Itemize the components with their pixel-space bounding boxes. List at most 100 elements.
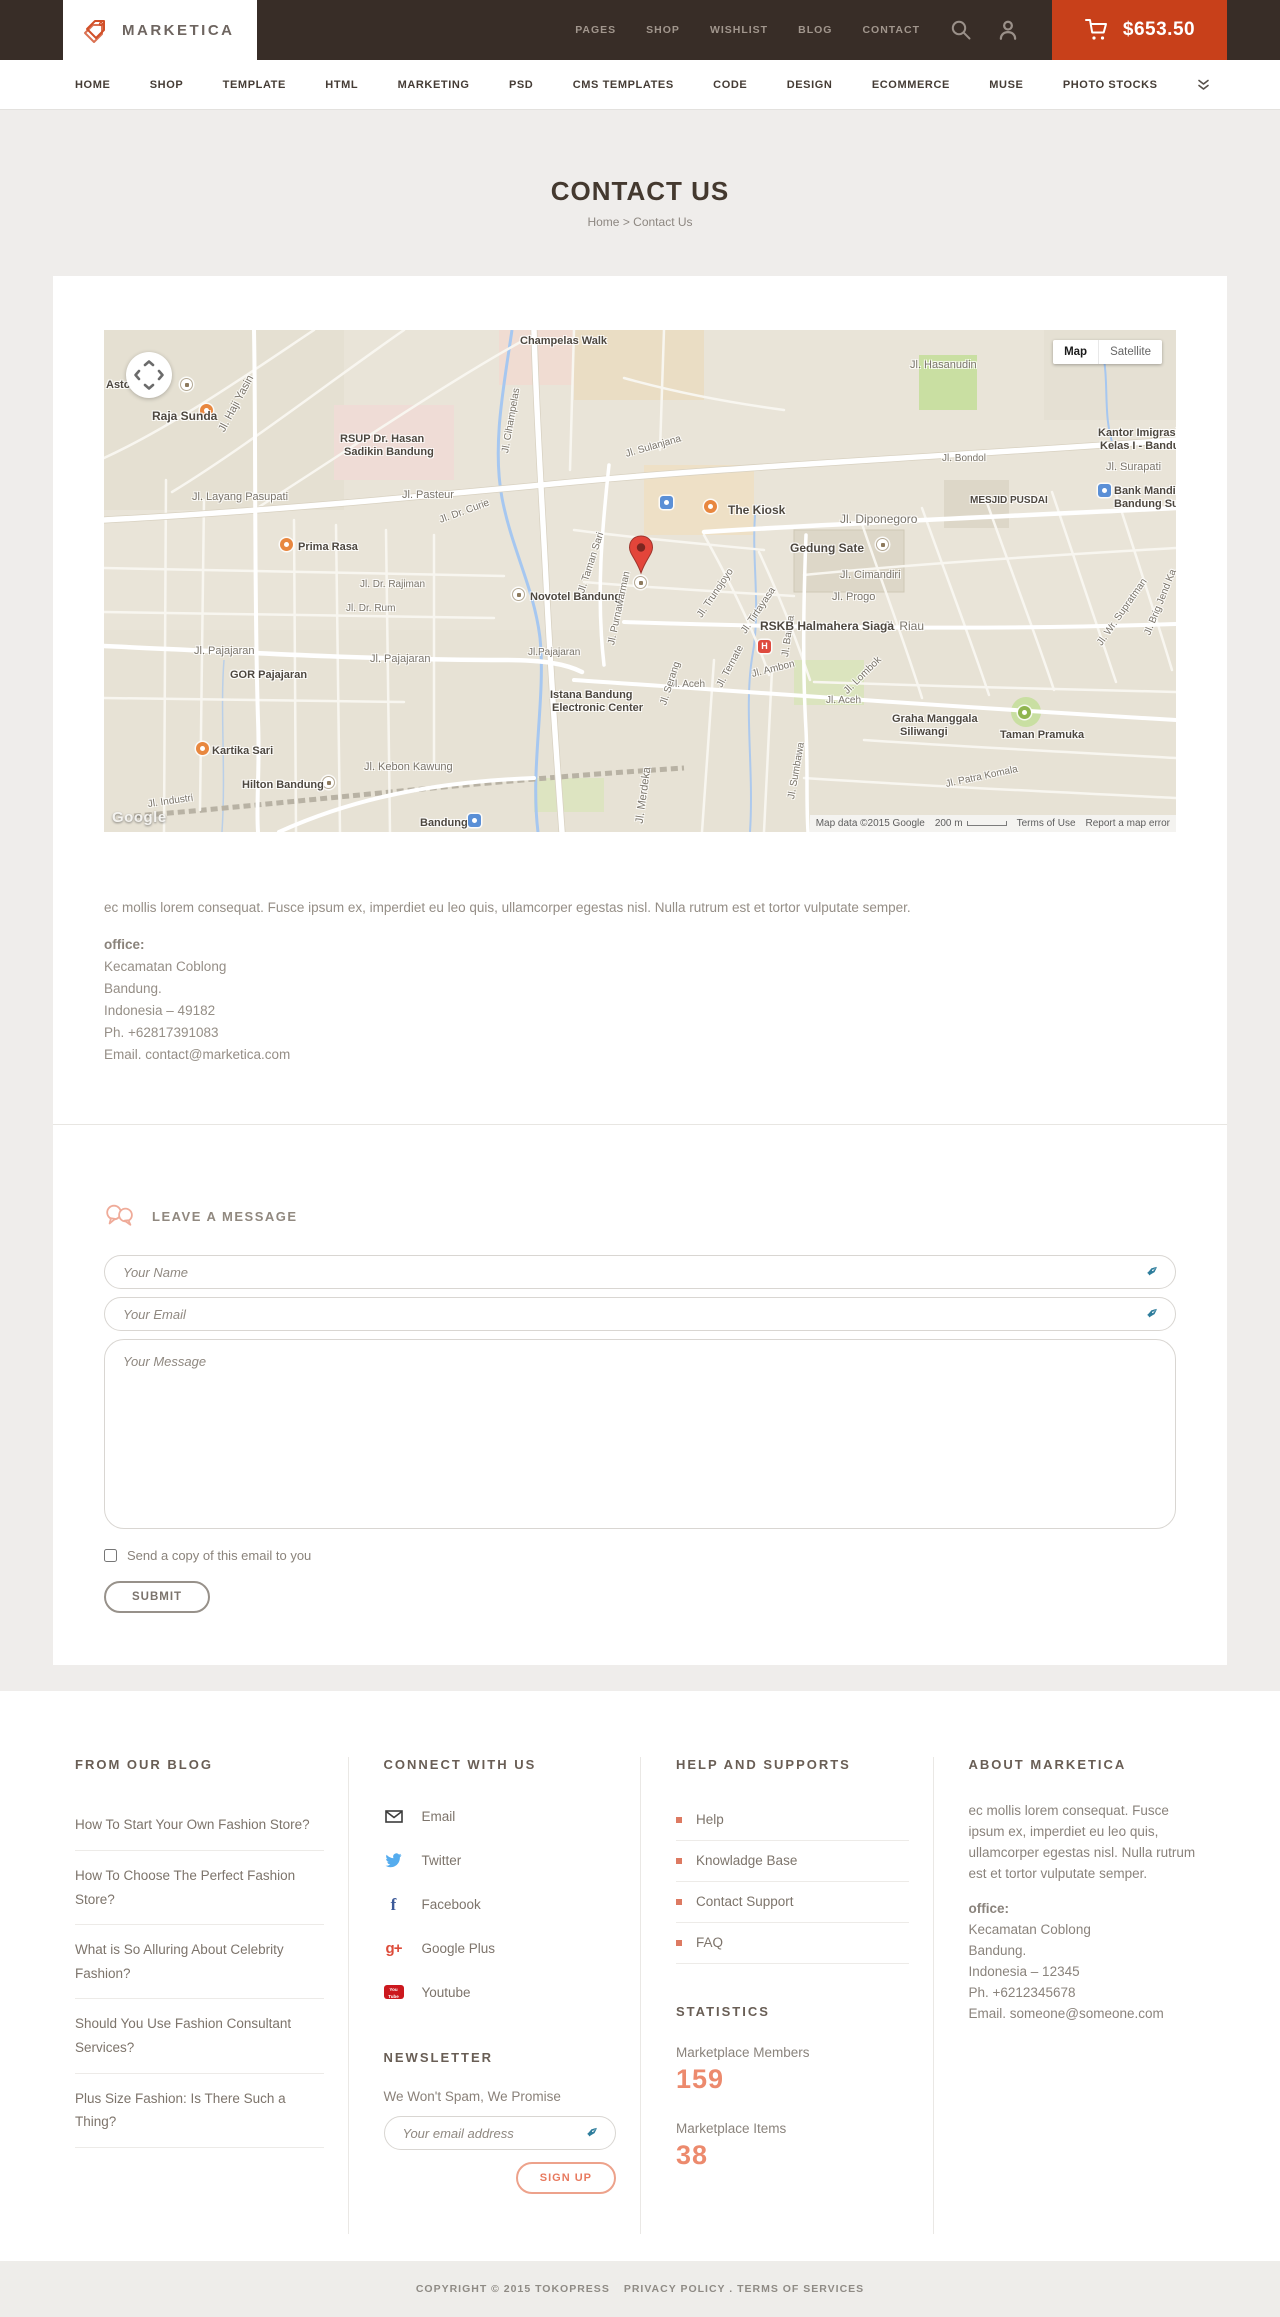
map-label: Sadikin Bandung [344, 446, 434, 458]
social-row-facebook[interactable]: f Facebook [384, 1882, 617, 1926]
social-row-email[interactable]: Email [384, 1794, 617, 1838]
blog-link[interactable]: Plus Size Fashion: Is There Such a Thing… [75, 2091, 286, 2130]
google-logo[interactable]: Google [112, 809, 167, 826]
map-type-map-button[interactable]: Map [1053, 340, 1099, 364]
message-textarea[interactable] [104, 1339, 1176, 1530]
category-nav-item[interactable]: PSD [509, 79, 533, 91]
map-label: Jl. Dr. Rajiman [360, 579, 426, 590]
blog-link[interactable]: What is So Alluring About Celebrity Fash… [75, 1942, 284, 1981]
items-value: 38 [676, 2140, 709, 2171]
about-office-block: office: Kecamatan Coblong Bandung. Indon… [969, 1898, 1202, 2024]
page-title: CONTACT US [550, 176, 730, 206]
category-nav-item[interactable]: SHOP [150, 79, 184, 91]
header-icons [950, 19, 1018, 41]
nav-expand-chevron-icon[interactable] [1197, 79, 1210, 91]
office-line: Email. someone@someone.com [968, 2006, 1164, 2022]
message-form-section: LEAVE A MESSAGE ✒ ✒ Send a copy of this … [53, 1124, 1227, 1665]
map-type-toggle: Map Satellite [1053, 340, 1162, 364]
signup-button[interactable]: SIGN UP [515, 2162, 616, 2195]
map-label: Graha Manggala [892, 713, 978, 725]
name-field-wrap: ✒ [104, 1255, 1176, 1290]
blog-link[interactable]: How To Start Your Own Fashion Store? [75, 1817, 310, 1832]
map-label: GOR Pajajaran [230, 669, 308, 681]
user-icon[interactable] [998, 19, 1018, 41]
category-nav-item[interactable]: ECOMMERCE [872, 79, 950, 91]
map-label: Kelas I - Bandung [1100, 440, 1176, 452]
social-row-youtube[interactable]: You Tube Youtube [383, 1970, 617, 2014]
map-marker-pin[interactable] [627, 535, 655, 575]
category-nav-item[interactable]: PHOTO STOCKS [1063, 79, 1158, 91]
footer-col-connect: CONNECT WITH US Email Twitter f Facebook… [347, 1757, 641, 2235]
social-row-twitter[interactable]: Twitter [384, 1838, 617, 1882]
office-line: Ph. +6212345678 [968, 1985, 1076, 2001]
page: MARKETICA PAGES SHOP WISHLIST BLOG CONTACT $… [0, 0, 1280, 2317]
statistics-heading: STATISTICS [676, 2004, 770, 2020]
breadcrumb-separator: > [622, 215, 630, 229]
social-label: Youtube [421, 1984, 471, 2000]
category-nav-item[interactable]: MARKETING [398, 79, 470, 91]
map-label: RSKB Halmahera Siaga [760, 619, 895, 633]
report-error-link[interactable]: Report a map error [1086, 818, 1170, 829]
about-heading: ABOUT MARKETICA [968, 1757, 1127, 1773]
office-line: Indonesia – 49182 [104, 1003, 216, 1019]
map-label: Jl. Surapati [1106, 461, 1162, 473]
cart-button[interactable]: $653.50 [1052, 0, 1227, 60]
terms-link[interactable]: Terms of Use [1017, 818, 1076, 829]
help-link[interactable]: FAQ [696, 1935, 723, 1950]
blog-link[interactable]: Should You Use Fashion Consultant Servic… [75, 2016, 291, 2055]
breadcrumb-home[interactable]: Home [587, 215, 619, 229]
map-type-satellite-button[interactable]: Satellite [1098, 340, 1162, 364]
blog-list-item: How To Start Your Own Fashion Store? [75, 1800, 324, 1851]
submit-button[interactable]: SUBMIT [104, 1581, 211, 1614]
category-nav-item[interactable]: CMS TEMPLATES [573, 79, 674, 91]
office-line: Kecamatan Coblong [968, 1922, 1091, 1938]
search-icon[interactable] [950, 19, 972, 41]
map-label: Gedung Sate [790, 541, 865, 555]
map-label: Jl. Aceh [826, 695, 862, 706]
social-row-gplus[interactable]: g+ Google Plus [384, 1926, 617, 1970]
map-label: Jl. Patra Komala [944, 763, 1019, 790]
send-copy-checkbox[interactable] [104, 1549, 117, 1563]
help-link[interactable]: Help [696, 1812, 724, 1827]
newsletter-email-input[interactable] [383, 2116, 616, 2151]
top-nav-item[interactable]: PAGES [575, 24, 616, 36]
google-map[interactable]: Champelas Walk Jl. Hasanudin Jl. Haji Yasi… [104, 330, 1176, 832]
members-value: 159 [676, 2064, 725, 2095]
map-label: Jl. Purnawarman [606, 570, 633, 647]
footer-col-help: HELP AND SUPPORTS Help Knowladge Base Cont… [640, 1757, 933, 2235]
email-input[interactable] [104, 1297, 1176, 1332]
map-label: Jl. Taman Sari [576, 531, 607, 595]
help-link[interactable]: Contact Support [696, 1894, 794, 1909]
name-input[interactable] [104, 1255, 1176, 1290]
category-nav-item[interactable]: DESIGN [787, 79, 833, 91]
pan-arrows-icon [134, 360, 164, 390]
category-nav-item[interactable]: HOME [75, 79, 110, 91]
top-nav-item[interactable]: SHOP [646, 24, 680, 36]
map-labels-layer: Champelas Walk Jl. Hasanudin Jl. Haji Yasi… [104, 330, 1176, 832]
help-list-item: Knowladge Base [676, 1841, 909, 1883]
map-pan-control[interactable] [126, 352, 172, 398]
help-link[interactable]: Knowladge Base [696, 1853, 797, 1868]
top-nav-item[interactable]: WISHLIST [710, 24, 768, 36]
category-nav-item[interactable]: TEMPLATE [223, 79, 286, 91]
connect-heading: CONNECT WITH US [383, 1757, 537, 1773]
top-nav-item[interactable]: BLOG [798, 24, 832, 36]
google-plus-icon: g+ [385, 1939, 403, 1957]
top-nav-item[interactable]: CONTACT [862, 24, 920, 36]
map-label: Bandung Surapati [1114, 498, 1176, 510]
map-label: Siliwangi [900, 726, 948, 738]
map-label: Jl. Ternate [714, 643, 746, 690]
category-nav-item[interactable]: CODE [713, 79, 747, 91]
logo[interactable]: MARKETICA [63, 0, 257, 60]
legal-links[interactable]: PRIVACY POLICY . TERMS OF SERVICES [624, 2283, 864, 2295]
map-label: Jl.Pajajaran [528, 647, 581, 658]
category-nav-item[interactable]: HTML [325, 79, 358, 91]
facebook-icon: f [390, 1894, 397, 1914]
breadcrumb: Home > Contact Us [0, 215, 1280, 229]
social-label: Facebook [421, 1896, 481, 1912]
newsletter-tagline: We Won't Spam, We Promise [383, 2089, 561, 2105]
office-line: Email. contact@marketica.com [104, 1047, 291, 1063]
map-label: Prima Rasa [298, 541, 358, 553]
category-nav-item[interactable]: MUSE [989, 79, 1023, 91]
blog-link[interactable]: How To Choose The Perfect Fashion Store? [75, 1868, 295, 1907]
